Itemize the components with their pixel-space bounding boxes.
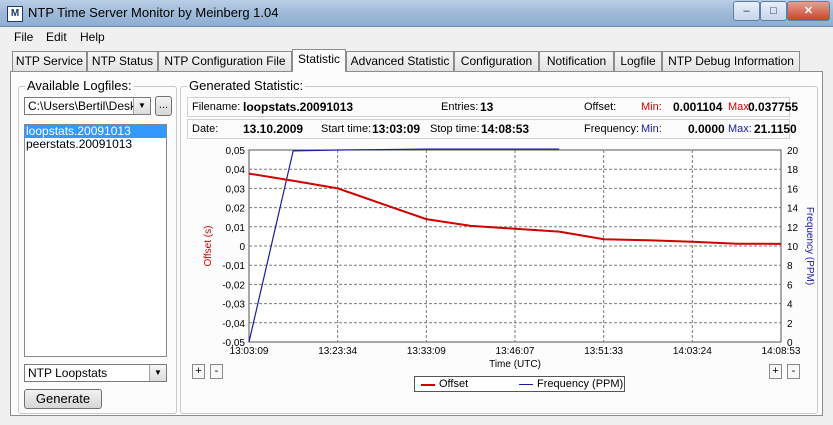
x-tick-label: 13:03:09: [230, 346, 269, 357]
tab-configuration[interactable]: Configuration: [454, 51, 539, 71]
zoom-out-right-button[interactable]: -: [787, 364, 800, 379]
statistic-chart: 0,05 20 0,04 18 0,03 16 0,02 14 0,01 12 0 10 -0,01 8 -…: [203, 146, 815, 370]
tab-ntp-configuration-file[interactable]: NTP Configuration File: [158, 51, 292, 71]
minimize-button[interactable]: –: [733, 1, 760, 21]
logfiles-legend: Available Logfiles:: [25, 78, 134, 93]
menu-help[interactable]: Help: [80, 30, 105, 44]
browse-button[interactable]: ...: [155, 96, 172, 116]
logfile-list[interactable]: loopstats.20091013 peerstats.20091013: [24, 124, 167, 357]
y-right-tick-label: 14: [787, 204, 799, 215]
logfile-path-select[interactable]: C:\Users\Bertil\Deskto ▼: [24, 97, 151, 115]
chevron-down-icon: ▼: [149, 365, 166, 381]
zoom-out-left-button[interactable]: -: [210, 364, 223, 379]
y-left-tick-label: -0,03: [222, 300, 245, 311]
y-right-tick-label: 8: [787, 261, 793, 272]
title-bar: M NTP Time Server Monitor by Meinberg 1.…: [0, 0, 833, 27]
y-right-tick-label: 4: [787, 300, 793, 311]
logfile-path-value: C:\Users\Bertil\Deskto: [28, 99, 147, 113]
frequency-legend-swatch: [519, 384, 533, 385]
y-left-tick-label: 0: [239, 242, 245, 253]
menu-edit[interactable]: Edit: [46, 30, 67, 44]
y-right-tick-label: 6: [787, 280, 793, 291]
x-axis-title: Time (UTC): [489, 359, 541, 370]
y-left-tick-label: -0,04: [222, 319, 245, 330]
y-right-tick-label: 12: [787, 223, 799, 234]
y-right-tick-label: 2: [787, 319, 793, 330]
x-tick-label: 13:33:09: [407, 346, 446, 357]
generate-button[interactable]: Generate: [24, 389, 102, 409]
offset-legend-label: Offset: [439, 378, 469, 390]
y-left-tick-label: 0,05: [226, 146, 246, 157]
x-tick-label: 13:46:07: [496, 346, 535, 357]
app-icon: M: [7, 6, 23, 22]
logfile-type-value: NTP Loopstats: [28, 366, 108, 380]
tab-statistic[interactable]: Statistic: [292, 49, 346, 72]
maximize-button[interactable]: □: [760, 1, 787, 21]
y-left-tick-label: -0,01: [222, 261, 245, 272]
generated-statistic-group: Generated Statistic: Filename: loopstats…: [180, 78, 818, 414]
x-tick-label: 13:51:33: [584, 346, 623, 357]
tab-ntp-debug-information[interactable]: NTP Debug Information: [662, 51, 800, 71]
y-right-tick-label: 16: [787, 184, 799, 195]
list-item[interactable]: peerstats.20091013: [25, 138, 166, 151]
menu-file[interactable]: File: [14, 30, 33, 44]
logfiles-group: Available Logfiles: C:\Users\Bertil\Desk…: [18, 78, 177, 414]
y-right-tick-label: 18: [787, 165, 799, 176]
statistic-panel: Available Logfiles: C:\Users\Bertil\Desk…: [10, 71, 823, 416]
tab-ntp-status[interactable]: NTP Status: [87, 51, 158, 71]
tab-ntp-service[interactable]: NTP Service: [12, 51, 87, 71]
frequency-legend-label: Frequency (PPM): [537, 378, 624, 390]
tab-logfile[interactable]: Logfile: [614, 51, 662, 71]
y-right-axis-title: Frequency (PPM): [804, 207, 815, 285]
window-title: NTP Time Server Monitor by Meinberg 1.04: [28, 5, 279, 20]
y-left-tick-label: 0,01: [226, 223, 246, 234]
x-tick-label: 14:08:53: [762, 346, 801, 357]
y-left-tick-label: -0,02: [222, 280, 245, 291]
y-left-tick-label: 0,04: [226, 165, 246, 176]
tab-notification[interactable]: Notification: [539, 51, 614, 71]
close-button[interactable]: ✕: [787, 1, 830, 21]
tab-advanced-statistic[interactable]: Advanced Statistic: [346, 51, 454, 71]
chevron-down-icon: ▼: [133, 98, 150, 114]
x-tick-label: 13:23:34: [318, 346, 357, 357]
y-right-tick-label: 10: [787, 242, 799, 253]
y-left-tick-label: 0,03: [226, 184, 246, 195]
x-tick-label: 14:03:24: [673, 346, 712, 357]
menu-bar: File Edit Help: [0, 27, 833, 47]
zoom-in-right-button[interactable]: +: [769, 364, 782, 379]
offset-legend-swatch: [421, 384, 435, 386]
zoom-in-left-button[interactable]: +: [192, 364, 205, 379]
chart-legend: Offset Frequency (PPM): [414, 376, 625, 392]
y-right-tick-label: 20: [787, 146, 799, 157]
y-left-tick-label: 0,02: [226, 204, 246, 215]
y-left-axis-title: Offset (s): [203, 226, 214, 267]
logfile-type-select[interactable]: NTP Loopstats ▼: [24, 364, 167, 382]
